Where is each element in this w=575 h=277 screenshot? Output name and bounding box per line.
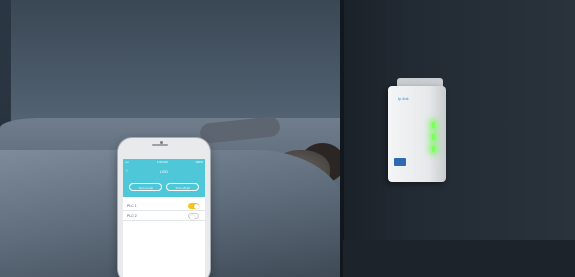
window-frame: [10, 0, 340, 130]
status-carrier: ••••: [125, 160, 130, 164]
toggle-knob: [189, 214, 195, 220]
adapter-led-power: [432, 122, 435, 128]
status-bar: •••• 1:00 AM 100%: [125, 160, 203, 165]
wall: [343, 0, 575, 277]
adapter-led-wifi: [432, 146, 435, 152]
phone-screen: •••• 1:00 AM 100% ‹ LED Turn on all Turn…: [123, 159, 205, 277]
phone-speaker: [152, 144, 168, 146]
app-header: •••• 1:00 AM 100% ‹ LED Turn on all Turn…: [123, 159, 205, 197]
turn-on-all-button[interactable]: Turn on all: [129, 183, 162, 191]
plc-row: PLC 1: [123, 201, 205, 211]
wall-edge: [340, 0, 344, 277]
plc-label: PLC 1: [127, 204, 137, 208]
turn-off-all-button[interactable]: Turn off all: [166, 183, 199, 191]
bedroom-scene: tp-link •••• 1:00 AM 100% ‹ LED Turn on …: [0, 0, 575, 277]
status-battery: 100%: [195, 160, 203, 164]
plc-row: PLC 2: [123, 211, 205, 221]
floor: [343, 240, 575, 277]
powerline-adapter: [388, 86, 446, 182]
app-title: LED: [160, 169, 168, 174]
adapter-logo: tp-link: [398, 96, 409, 101]
plc1-toggle[interactable]: [188, 203, 199, 209]
status-time: 1:00 AM: [156, 160, 168, 164]
plc-label: PLC 2: [127, 214, 137, 218]
toggle-knob: [193, 203, 199, 209]
plc2-toggle[interactable]: [188, 213, 199, 220]
adapter-led-plc: [432, 134, 435, 140]
adapter-badge: [394, 158, 406, 166]
